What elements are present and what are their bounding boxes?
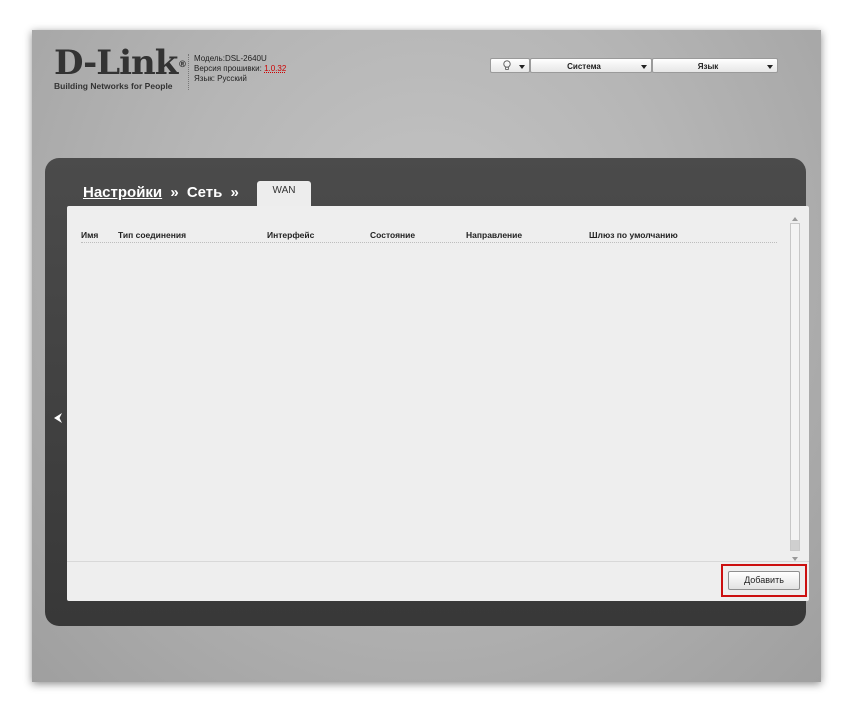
tab-wan[interactable]: WAN <box>257 181 311 206</box>
registered-mark: ® <box>178 60 187 70</box>
system-menu[interactable]: Система <box>530 58 652 73</box>
language-info-label: Язык: <box>194 74 215 83</box>
breadcrumb-settings[interactable]: Настройки <box>83 184 162 201</box>
content-divider <box>67 561 809 562</box>
chevron-down-icon <box>641 65 647 69</box>
wan-table-header: Имя Тип соединения Интерфейс Состояние Н… <box>81 230 777 243</box>
lightbulb-icon <box>503 60 511 75</box>
scrollbar-thumb[interactable] <box>791 540 799 550</box>
language-menu-label: Язык <box>697 62 719 71</box>
firmware-value[interactable]: 1.0.32 <box>264 64 286 73</box>
system-menu-label: Система <box>567 62 601 71</box>
dlink-logo: D-Link ® Building Networks for People <box>54 43 187 91</box>
scrollbar-track[interactable] <box>790 223 800 551</box>
model-value: DSL-2640U <box>224 54 267 63</box>
device-info: Модель:DSL-2640U Версия прошивки: 1.0.32… <box>188 54 286 90</box>
column-header-connection-type: Тип соединения <box>118 230 187 240</box>
column-header-name: Имя <box>81 230 99 240</box>
firmware-line: Версия прошивки: 1.0.32 <box>194 64 286 74</box>
language-line: Язык: Русский <box>194 74 286 84</box>
breadcrumb-network[interactable]: Сеть <box>187 184 223 201</box>
model-line: Модель:DSL-2640U <box>194 54 286 64</box>
column-header-default-gateway: Шлюз по умолчанию <box>589 230 678 240</box>
main-panel: Настройки » Сеть » WAN Имя Тип соединени… <box>45 158 809 626</box>
column-header-status: Состояние <box>370 230 416 240</box>
add-button-highlight: Добавить <box>721 564 807 597</box>
language-info-value: Русский <box>217 74 247 83</box>
vertical-scrollbar[interactable] <box>789 215 801 561</box>
wan-content-area: Имя Тип соединения Интерфейс Состояние Н… <box>67 206 809 601</box>
router-web-interface: D-Link ® Building Networks for People Мо… <box>32 30 821 682</box>
add-button[interactable]: Добавить <box>728 571 800 590</box>
hints-dropdown[interactable] <box>490 58 530 73</box>
model-label: Модель: <box>194 54 225 63</box>
column-header-interface: Интерфейс <box>267 230 315 240</box>
breadcrumb-separator: » <box>230 184 239 201</box>
logo-brand-text: D-Link <box>54 43 178 83</box>
breadcrumb-separator: » <box>170 184 179 201</box>
chevron-down-icon <box>519 65 525 69</box>
logo-brand: D-Link ® <box>54 43 187 83</box>
scroll-up-icon[interactable] <box>792 217 798 221</box>
firmware-label: Версия прошивки: <box>194 64 262 73</box>
chevron-down-icon <box>767 65 773 69</box>
breadcrumb: Настройки » Сеть » <box>83 184 243 201</box>
column-header-direction: Направление <box>466 230 523 240</box>
language-menu[interactable]: Язык <box>652 58 778 73</box>
back-arrow-icon[interactable] <box>52 409 64 423</box>
